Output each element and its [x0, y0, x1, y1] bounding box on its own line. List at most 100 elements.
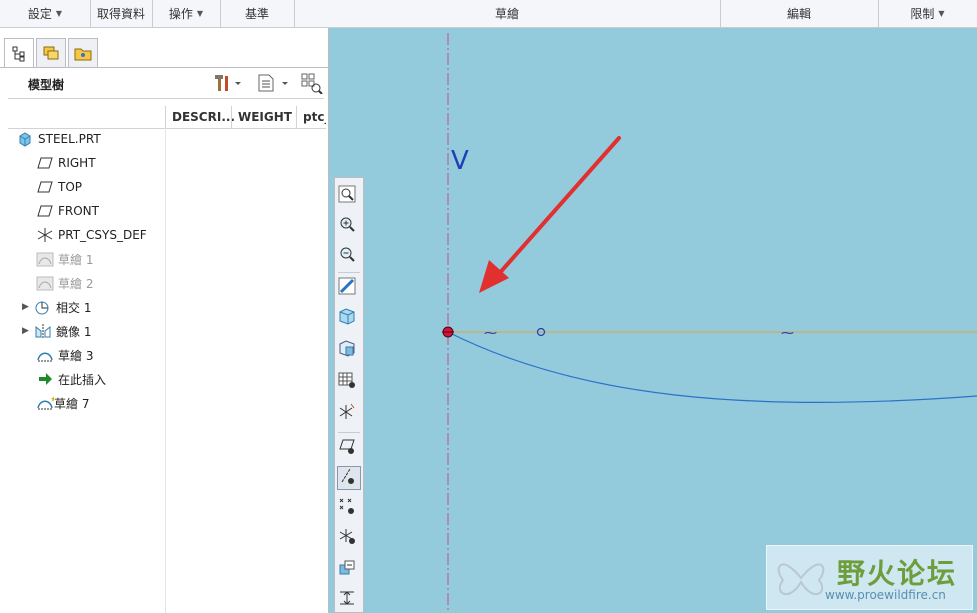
sketch-arc[interactable] [447, 331, 977, 404]
tree-columns-button[interactable] [300, 72, 324, 94]
saved-orientations-button[interactable] [337, 338, 361, 362]
dimension-display-icon [340, 591, 354, 605]
refit-button[interactable] [337, 184, 361, 208]
tree-item-label: 草繪 2 [58, 276, 94, 291]
chevron-down-icon: ▼ [196, 9, 204, 18]
column-header-weight[interactable]: WEIGHT [231, 106, 296, 128]
zoom-in-button[interactable] [337, 214, 361, 238]
hammer-screwdriver-icon [215, 75, 241, 91]
navigator-panel: 模型樹 DESCRI... WEIGHT ptc_ S [0, 28, 329, 613]
graphics-window[interactable]: ⁓ ⁓ V 野火论坛 www.proewildfire.cn [329, 28, 977, 613]
tab-layers[interactable] [36, 38, 66, 67]
tree-item-mirror-1[interactable]: ▶ 鏡像 1 [22, 320, 91, 342]
datum-plane-icon [37, 181, 53, 193]
view-manager-icon [338, 372, 355, 388]
sketch-geometry: ⁓ ⁓ [442, 33, 977, 613]
ribbon-group-bar: 設定 ▼ 取得資料 操作 ▼ 基準 草繪 編輯 限制 ▼ [0, 0, 977, 28]
tree-item-top[interactable]: TOP [36, 176, 82, 198]
plane-display-toggle[interactable] [337, 436, 361, 460]
tree-item-label: PRT_CSYS_DEF [58, 228, 147, 242]
tree-item-sketch-1[interactable]: 草繪 1 [36, 248, 93, 270]
ribbon-group-sketching[interactable]: 草繪 [294, 0, 721, 27]
tree-item-sketch-7[interactable]: 草繪 7 [36, 392, 89, 414]
tree-settings-button[interactable] [212, 72, 242, 94]
axis-display-toggle[interactable] [337, 466, 361, 490]
tree-item-sketch-3[interactable]: 草繪 3 [36, 344, 93, 366]
datum-plane-icon [37, 157, 53, 169]
ribbon-group-label: 草繪 [494, 7, 519, 21]
tangent-constraint-icon[interactable]: ⁓ [484, 326, 497, 341]
repaint-icon [338, 277, 356, 295]
layers-tab-icon [43, 46, 59, 60]
tree-item-steel-prt[interactable]: STEEL.PRT [16, 128, 101, 150]
column-header-ptc[interactable]: ptc_ [296, 106, 326, 128]
forum-watermark: 野火论坛 www.proewildfire.cn [766, 545, 973, 610]
tree-item-label: 草繪 1 [58, 252, 94, 267]
tree-item-front[interactable]: FRONT [36, 200, 99, 222]
plane-display-icon [339, 439, 355, 454]
sketch-orientation-button[interactable] [337, 558, 361, 582]
tab-favorites[interactable] [68, 38, 98, 67]
expand-arrow-icon[interactable]: ▶ [22, 302, 34, 312]
column-header-description[interactable]: DESCRI... [165, 106, 235, 128]
datum-display-filters-button[interactable] [337, 402, 361, 426]
tree-item-intersect-1[interactable]: ▶ 相交 1 [22, 296, 91, 318]
tree-filters-button[interactable] [256, 72, 290, 94]
axis-display-icon [341, 468, 354, 484]
tree-item-prt-csys-def[interactable]: PRT_CSYS_DEF [36, 224, 147, 246]
list-document-icon [258, 74, 288, 92]
tree-item-label: FRONT [58, 204, 99, 218]
ribbon-group-operations[interactable]: 操作 ▼ [152, 0, 221, 27]
tree-item-label: 草繪 3 [58, 348, 94, 363]
datum-plane-icon [37, 205, 53, 217]
watermark-text: 野火论坛 [837, 557, 958, 590]
tree-item-sketch-2[interactable]: 草繪 2 [36, 272, 93, 294]
model-tree-tab-icon [12, 46, 25, 61]
zoom-in-icon [340, 217, 355, 232]
ribbon-group-label: 基準 [244, 7, 269, 21]
tree-item-label: STEEL.PRT [38, 132, 101, 146]
part-cube-icon [19, 132, 31, 147]
ribbon-group-editing[interactable]: 編輯 [720, 0, 879, 27]
repaint-button[interactable] [337, 276, 361, 300]
ribbon-group-constrain[interactable]: 限制 ▼ [878, 0, 977, 27]
sketch-active-icon [37, 396, 54, 410]
tree-item-label: 鏡像 1 [56, 324, 92, 339]
insert-here-arrow-icon [39, 373, 52, 385]
annotation-arrow-shaft [495, 136, 621, 278]
tree-item-label: TOP [58, 180, 83, 194]
display-style-icon [339, 308, 355, 325]
ribbon-group-get-data[interactable]: 取得資料 [90, 0, 153, 27]
expand-arrow-icon[interactable]: ▶ [22, 326, 34, 336]
point-display-icon [339, 498, 354, 514]
butterfly-logo-icon [777, 563, 825, 596]
ribbon-group-label: 操作 [168, 7, 193, 21]
model-tree-header: 模型樹 [8, 68, 324, 99]
tree-item-right[interactable]: RIGHT [36, 152, 96, 174]
sketch-orientation-icon [339, 560, 355, 575]
toolbar-divider [338, 432, 360, 433]
favorites-folder-tab-icon [74, 48, 92, 61]
tangent-constraint-icon[interactable]: ⁓ [781, 326, 794, 341]
datum-display-filters-icon [339, 403, 355, 419]
ribbon-group-datum[interactable]: 基準 [220, 0, 295, 27]
ribbon-group-label: 編輯 [786, 7, 811, 21]
tree-item-insert-here[interactable]: 在此插入 [36, 368, 106, 390]
view-manager-button[interactable] [337, 370, 361, 394]
tab-model-tree[interactable] [4, 38, 34, 68]
csys-display-icon [339, 529, 355, 544]
model-tree-title: 模型樹 [28, 78, 65, 92]
point-display-toggle[interactable] [337, 496, 361, 520]
ribbon-group-setup[interactable]: 設定 ▼ [0, 0, 91, 27]
view-toolbar [334, 177, 364, 613]
tree-item-label: 相交 1 [56, 300, 92, 315]
tree-item-label: 草繪 7 [54, 396, 90, 411]
chevron-down-icon: ▼ [55, 9, 63, 18]
sketch-icon [36, 252, 54, 267]
csys-display-toggle[interactable] [337, 526, 361, 550]
coordinate-system-icon [37, 228, 53, 242]
zoom-out-button[interactable] [337, 244, 361, 268]
dimension-display-button[interactable] [337, 588, 361, 612]
ribbon-group-label: 取得資料 [96, 7, 145, 21]
display-style-button[interactable] [337, 306, 361, 330]
